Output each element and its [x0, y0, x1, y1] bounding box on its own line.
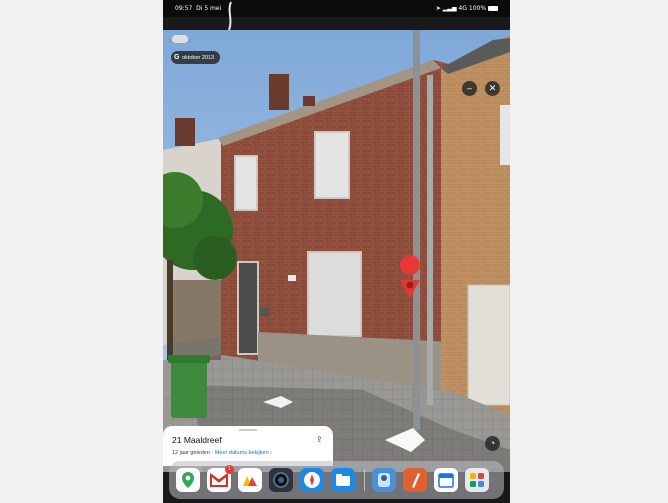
share-icon: ⇪: [316, 435, 323, 444]
close-button[interactable]: ✕: [485, 81, 500, 96]
compass-app-icon: [304, 472, 320, 488]
more-options-pill[interactable]: [172, 35, 188, 43]
app-library[interactable]: [465, 468, 489, 492]
photos-app[interactable]: [238, 468, 262, 492]
minus-icon: –: [466, 83, 472, 93]
status-bar: 09:57 Di 5 mei ➤ ▂▃▅ 4G 100%: [163, 0, 510, 17]
dock: 1: [169, 461, 504, 499]
maps-pin-icon: [182, 472, 194, 488]
gesture-hint: [228, 1, 232, 31]
calendar-app[interactable]: [434, 468, 458, 492]
files-app[interactable]: [331, 468, 355, 492]
photos-icon: [243, 476, 257, 486]
imagery-date-pill[interactable]: Goktober 2013: [171, 51, 221, 64]
google-g-icon: G: [174, 54, 180, 61]
dock-divider: [364, 469, 365, 491]
close-icon: ✕: [488, 83, 497, 93]
camera-app[interactable]: [269, 468, 293, 492]
imagery-age-row: 12 jaar geleden · Meer datums bekijken ›: [172, 450, 273, 456]
imagery-date: oktober 2013: [182, 55, 215, 61]
address-title: 21 Maaldreef: [172, 435, 222, 445]
gmail-app[interactable]: 1: [207, 465, 234, 492]
lens-icon: [273, 472, 289, 488]
status-signal-battery: ➤ ▂▃▅ 4G 100%: [436, 5, 498, 12]
google-maps-app[interactable]: [176, 468, 200, 492]
finder-app[interactable]: [372, 468, 396, 492]
imagery-age: 12 jaar geleden: [172, 450, 210, 456]
pen-icon: [412, 473, 420, 488]
calendar-icon: [438, 473, 454, 488]
drag-handle[interactable]: [239, 429, 257, 431]
pen-app[interactable]: [403, 468, 427, 492]
notification-badge: 1: [225, 465, 234, 474]
street-view-photo[interactable]: [163, 30, 510, 472]
chevron-right-icon: ›: [270, 450, 273, 456]
minimize-button[interactable]: –: [462, 81, 477, 96]
app-library-icon: [470, 473, 484, 487]
folder-icon: [336, 474, 350, 486]
compass-button[interactable]: ◔: [485, 436, 500, 451]
place-info-card[interactable]: 21 Maaldreef ⇪ 12 jaar geleden · Meer da…: [163, 426, 333, 466]
safari-app[interactable]: [300, 468, 324, 492]
finder-icon: [378, 473, 390, 487]
status-time-date: 09:57 Di 5 mei: [175, 5, 222, 12]
ipad-screen: 09:57 Di 5 mei ➤ ▂▃▅ 4G 100% G oktober 2…: [163, 0, 510, 503]
compass-icon: ◔: [489, 438, 496, 448]
more-dates-link[interactable]: Meer datums bekijken: [215, 450, 269, 456]
share-button[interactable]: ⇪: [316, 435, 325, 445]
